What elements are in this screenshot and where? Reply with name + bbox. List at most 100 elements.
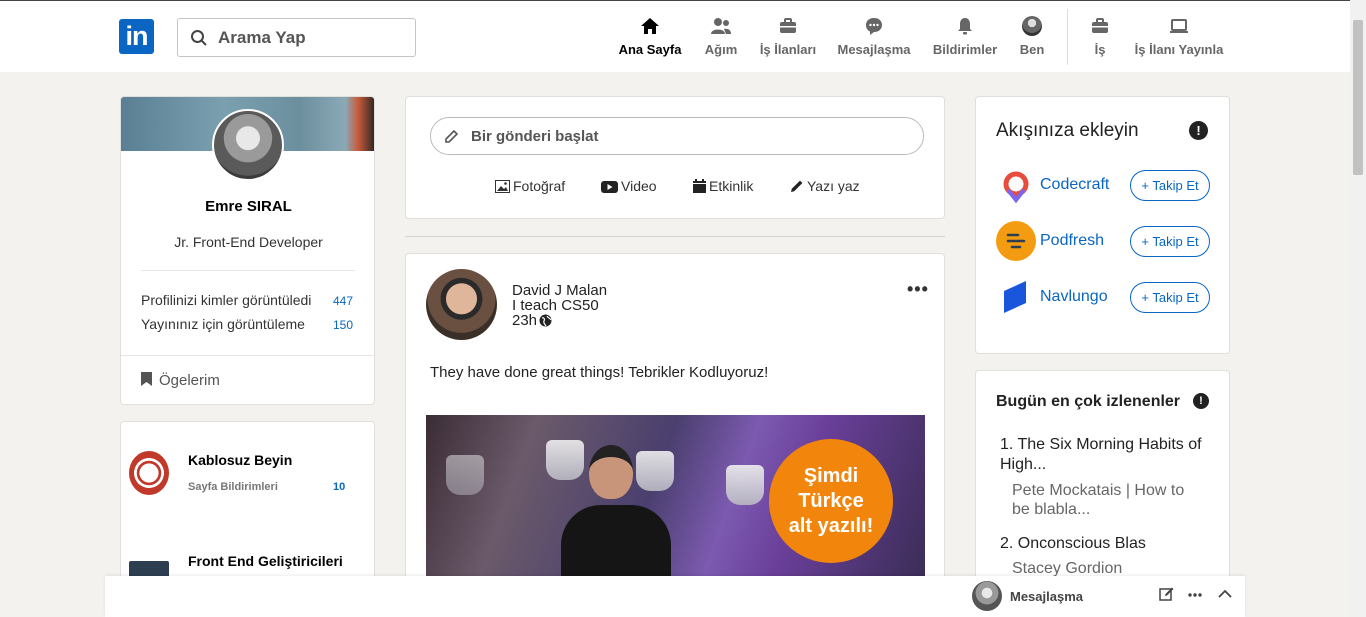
post-author-headline: I teach CS50 — [512, 297, 599, 314]
grid-briefcase-icon — [1092, 18, 1108, 33]
lamp-shape — [726, 465, 764, 505]
company-name[interactable]: Navlungo — [1040, 288, 1108, 306]
start-post-placeholder: Bir gönderi başlat — [471, 128, 599, 145]
nav-me[interactable]: Ben — [1016, 16, 1048, 60]
nav-business-label: İş — [1094, 42, 1106, 57]
start-post-input[interactable]: Bir gönderi başlat — [430, 117, 924, 155]
stat-label: Profilinizi kimler görüntüledi — [141, 292, 312, 308]
podfresh-logo-icon[interactable] — [996, 221, 1036, 261]
pencil-icon — [791, 180, 803, 192]
compose-message-icon[interactable] — [1159, 586, 1175, 602]
nav-business[interactable]: İş — [1088, 16, 1112, 60]
laptop-icon — [1170, 19, 1188, 33]
profile-name[interactable]: Emre SIRAL — [121, 198, 374, 215]
trending-title: Bugün en çok izlenenler — [996, 393, 1181, 410]
calendar-icon — [693, 179, 706, 193]
feed-post: David J Malan I teach CS50 23h ••• They … — [405, 253, 945, 617]
more-options-icon[interactable] — [1188, 593, 1202, 597]
event-label: Etkinlik — [709, 178, 754, 194]
photo-label: Fotoğraf — [513, 178, 566, 194]
follow-card-title: Akışınıza ekleyin — [996, 120, 1139, 141]
nav-divider — [1067, 9, 1068, 65]
post-time: 23h — [512, 312, 538, 329]
saved-items-link[interactable]: Ögelerim — [140, 371, 220, 389]
divider — [141, 270, 355, 271]
chat-icon — [866, 18, 882, 35]
video-button[interactable]: Video — [601, 178, 657, 194]
globe-icon — [539, 314, 552, 327]
chevron-up-icon[interactable] — [1218, 589, 1232, 599]
follow-button[interactable]: + Takip Et — [1130, 226, 1210, 257]
lamp-shape — [446, 455, 484, 495]
home-icon — [641, 18, 659, 34]
trending-item-sub: Pete Mockatais | How to be blabla... — [1012, 482, 1185, 518]
speaker-figure — [556, 445, 671, 585]
search-icon — [191, 30, 207, 46]
search-input[interactable] — [218, 25, 408, 51]
badge-line: Türkçe — [798, 489, 864, 512]
info-icon[interactable]: ! — [1193, 393, 1209, 409]
messaging-avatar — [972, 581, 1002, 611]
post-more-button[interactable]: ••• — [907, 279, 929, 300]
linkedin-logo[interactable]: in — [119, 19, 154, 54]
nav-notifications-label: Bildirimler — [932, 42, 998, 57]
trending-item[interactable]: 2. Onconscious Blas — [1000, 534, 1210, 554]
photo-button[interactable]: Fotoğraf — [495, 178, 565, 194]
codecraft-logo-icon[interactable] — [996, 166, 1036, 206]
post-image[interactable]: Şimdi Türkçe alt yazılı! — [426, 415, 925, 585]
stat-label: Yayınınız için görüntüleme — [141, 316, 305, 332]
nav-network-label: Ağım — [704, 42, 738, 57]
event-button[interactable]: Etkinlik — [693, 178, 753, 194]
briefcase-icon — [780, 18, 796, 33]
nav-messaging-label: Mesajlaşma — [837, 42, 911, 57]
post-text: They have done great things! Tebrikler K… — [430, 364, 769, 381]
subtitle-badge: Şimdi Türkçe alt yazılı! — [769, 439, 893, 563]
badge-line: alt yazılı! — [788, 514, 874, 537]
messaging-dock[interactable]: Mesajlaşma — [105, 576, 1245, 617]
post-author-name[interactable]: David J Malan — [512, 283, 607, 298]
top-navigation: in Ana Sayfa Ağım İş İlanları Mesajlaşma… — [0, 0, 1350, 72]
post-views-stat[interactable]: Yayınınız için görüntüleme 150 — [141, 316, 355, 332]
network-icon — [711, 18, 731, 34]
avatar-icon — [1022, 16, 1042, 36]
nav-jobs[interactable]: İş İlanları — [757, 16, 819, 60]
feed-divider — [405, 236, 945, 237]
write-article-label: Yazı yaz — [807, 178, 860, 194]
post-author-avatar[interactable] — [426, 269, 497, 340]
nav-network[interactable]: Ağım — [700, 16, 742, 60]
bookmark-icon — [141, 372, 152, 386]
company-name[interactable]: Podfresh — [1040, 232, 1104, 250]
info-icon[interactable]: ! — [1189, 121, 1208, 140]
speaker-body — [561, 505, 671, 585]
post-composer: Bir gönderi başlat Fotoğraf Video Etkinl… — [405, 96, 945, 219]
profile-title: Jr. Front-End Developer — [174, 234, 323, 250]
profile-views-stat[interactable]: Profilinizi kimler görüntüledi 447 — [141, 292, 355, 308]
bell-icon — [958, 18, 972, 35]
photo-icon — [495, 180, 510, 193]
page-scrollbar[interactable] — [1350, 0, 1366, 617]
nav-messaging[interactable]: Mesajlaşma — [836, 16, 912, 60]
group-notification-count: 10 — [333, 481, 346, 493]
nav-notifications[interactable]: Bildirimler — [930, 16, 1000, 60]
write-article-button[interactable]: Yazı yaz — [790, 178, 860, 194]
profile-avatar[interactable] — [212, 109, 284, 181]
follow-button[interactable]: + Takip Et — [1130, 170, 1210, 201]
nav-post-job[interactable]: İş İlanı Yayınla — [1134, 16, 1224, 60]
group-name[interactable]: Kablosuz Beyin — [188, 452, 292, 468]
nav-me-label: Ben — [1019, 42, 1045, 57]
messaging-label[interactable]: Mesajlaşma — [1010, 589, 1083, 604]
trending-item[interactable]: 1. The Six Morning Habits of High... — [1000, 435, 1210, 475]
speaker-head — [589, 445, 633, 499]
nav-home[interactable]: Ana Sayfa — [616, 16, 684, 60]
nav-post-job-label: İş İlanı Yayınla — [1134, 42, 1224, 57]
video-label: Video — [621, 178, 657, 194]
scrollbar-thumb[interactable] — [1353, 20, 1363, 175]
nav-jobs-label: İş İlanları — [759, 42, 817, 57]
group-name[interactable]: Front End Geliştiricileri — [188, 553, 343, 569]
badge-line: Şimdi — [803, 464, 859, 487]
search-box[interactable] — [177, 18, 416, 57]
brain-logo-icon[interactable] — [129, 451, 169, 495]
company-name[interactable]: Codecraft — [1040, 176, 1109, 194]
navlungo-logo-icon[interactable] — [996, 277, 1036, 317]
follow-button[interactable]: + Takip Et — [1130, 282, 1210, 313]
